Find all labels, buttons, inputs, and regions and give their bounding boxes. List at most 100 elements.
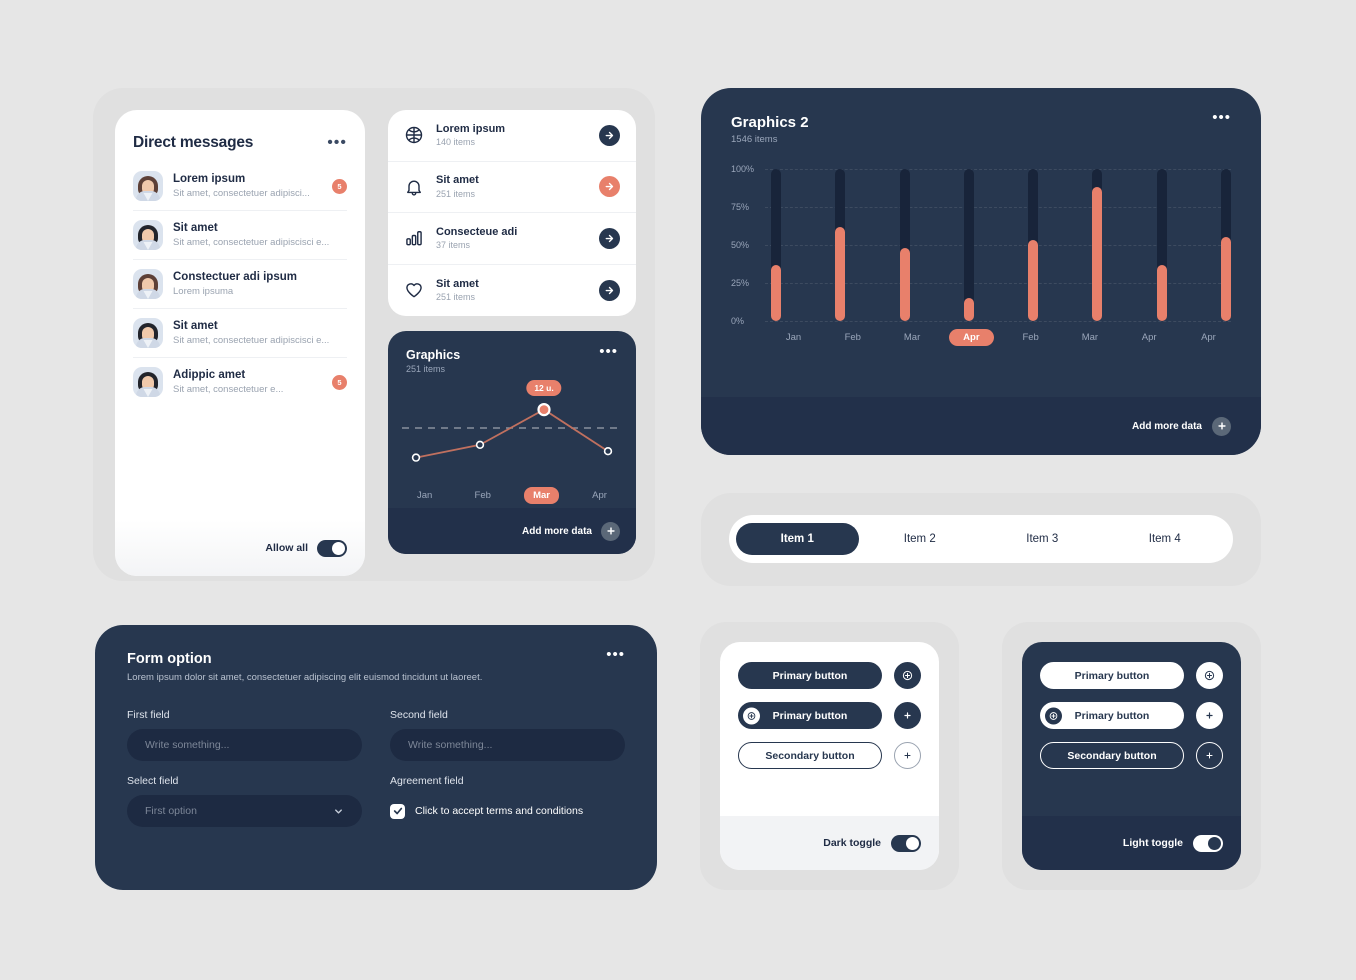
bar-chart-xtick[interactable]: Mar bbox=[890, 329, 935, 346]
more-options-icon[interactable]: ••• bbox=[599, 344, 618, 359]
add-more-data-button[interactable] bbox=[1212, 416, 1231, 436]
line-chart-svg bbox=[402, 403, 622, 462]
list-item-text: Sit amet Sit amet, consectetuer adipiscis… bbox=[173, 319, 347, 348]
bar-chart-icon bbox=[404, 228, 424, 248]
menu-item[interactable]: Consecteue adi 37 items bbox=[388, 213, 636, 265]
add-more-data-button[interactable] bbox=[601, 521, 620, 541]
line-chart-xtick[interactable]: Jan bbox=[408, 487, 441, 504]
terms-checkbox-label: Click to accept terms and conditions bbox=[415, 805, 584, 817]
bar-fill bbox=[1028, 240, 1039, 321]
button-rows-light: Primary button Primary button Secondary … bbox=[720, 642, 939, 769]
line-chart-xtick[interactable]: Mar bbox=[524, 487, 559, 504]
menu-item[interactable]: Sit amet 251 items bbox=[388, 265, 636, 317]
secondary-button[interactable]: Secondary button bbox=[738, 742, 882, 769]
first-field-label: First field bbox=[127, 709, 170, 721]
bar-column[interactable] bbox=[1220, 169, 1231, 321]
agreement-field-group: Agreement field Click to accept terms an… bbox=[390, 775, 625, 827]
plus-circle-button[interactable] bbox=[1196, 702, 1223, 729]
bar-chart-ytick: 0% bbox=[731, 316, 745, 326]
primary-button-with-icon[interactable]: Primary button bbox=[738, 702, 882, 729]
chart-gridline bbox=[765, 321, 1231, 322]
list-item[interactable]: Sit amet Sit amet, consectetuer adipiscis… bbox=[133, 211, 347, 260]
plus-outline-button[interactable] bbox=[894, 742, 921, 769]
menu-item[interactable]: Sit amet 251 items bbox=[388, 162, 636, 213]
add-circle-button[interactable] bbox=[894, 662, 921, 689]
bar-chart-xtick[interactable]: Feb bbox=[1008, 329, 1053, 346]
plus-icon bbox=[1206, 752, 1213, 759]
select-field-dropdown[interactable]: First option bbox=[127, 795, 362, 827]
plus-circle-icon bbox=[902, 670, 913, 681]
menu-item-name: Sit amet bbox=[436, 174, 479, 187]
bar-column[interactable] bbox=[771, 169, 781, 321]
plus-circle-button[interactable] bbox=[894, 702, 921, 729]
tab-item-2[interactable]: Item 2 bbox=[859, 523, 982, 555]
primary-button[interactable]: Primary button bbox=[738, 662, 882, 689]
menu-item-count: 140 items bbox=[436, 137, 476, 148]
plus-outline-button[interactable] bbox=[1196, 742, 1223, 769]
add-circle-button[interactable] bbox=[1196, 662, 1223, 689]
bar-column[interactable] bbox=[1092, 169, 1103, 321]
menu-item-text: Sit amet 251 items bbox=[436, 173, 587, 200]
button-row: Secondary button bbox=[1040, 742, 1223, 769]
first-field-input[interactable]: Write something... bbox=[127, 729, 362, 761]
tab-item-3[interactable]: Item 3 bbox=[981, 523, 1104, 555]
bar-chart-xtick[interactable]: Feb bbox=[830, 329, 875, 346]
button-panel-dark-shell: Primary button Primary button Secondary … bbox=[1002, 622, 1261, 890]
arrow-right-icon bbox=[605, 183, 614, 191]
list-item[interactable]: Constectuer adi ipsum Lorem ipsuma bbox=[133, 260, 347, 309]
graphics-header: Graphics 251 items ••• bbox=[388, 331, 636, 374]
list-item-text: Sit amet Sit amet, consectetuer adipiscis… bbox=[173, 221, 347, 250]
light-toggle[interactable] bbox=[1193, 834, 1223, 852]
list-item-preview: Sit amet, consectetuer e... bbox=[173, 384, 284, 396]
bar-fill bbox=[1156, 264, 1167, 321]
heart-icon bbox=[404, 280, 424, 300]
line-chart-point bbox=[537, 403, 551, 417]
bar-fill bbox=[1220, 237, 1231, 321]
plus-circle-icon bbox=[1045, 707, 1062, 724]
secondary-button[interactable]: Secondary button bbox=[1040, 742, 1184, 769]
bar-chart-xtick[interactable]: Apr bbox=[1186, 329, 1231, 346]
dark-toggle[interactable] bbox=[891, 834, 921, 852]
graphics2-title: Graphics 2 bbox=[731, 114, 809, 131]
tab-item-1[interactable]: Item 1 bbox=[736, 523, 859, 555]
dark-toggle-label: Dark toggle bbox=[823, 837, 881, 849]
plus-circle-icon bbox=[743, 707, 760, 724]
bar-column[interactable] bbox=[963, 169, 974, 321]
list-item[interactable]: Adippic amet Sit amet, consectetuer e... 5 bbox=[133, 358, 347, 406]
list-item[interactable]: Lorem ipsum Sit amet, consectetuer adipis… bbox=[133, 162, 347, 211]
bell-icon bbox=[404, 177, 424, 197]
more-options-icon[interactable]: ••• bbox=[327, 135, 347, 151]
bar-chart-xaxis: Jan Feb Mar Apr Feb Mar Apr Apr bbox=[771, 329, 1231, 346]
go-arrow-button[interactable] bbox=[599, 227, 620, 249]
bar-chart-xtick[interactable]: Jan bbox=[771, 329, 816, 346]
go-arrow-button[interactable] bbox=[599, 279, 620, 301]
bar-column[interactable] bbox=[835, 169, 846, 321]
menu-item-text: Lorem ipsum 140 items bbox=[436, 122, 587, 149]
primary-button[interactable]: Primary button bbox=[1040, 662, 1184, 689]
graphics2-header: Graphics 2 1546 items ••• bbox=[701, 88, 1261, 145]
go-arrow-button[interactable] bbox=[599, 124, 620, 146]
list-item[interactable]: Sit amet Sit amet, consectetuer adipiscis… bbox=[133, 309, 347, 358]
menu-item[interactable]: Lorem ipsum 140 items bbox=[388, 110, 636, 162]
tab-item-4[interactable]: Item 4 bbox=[1104, 523, 1227, 555]
more-options-icon[interactable]: ••• bbox=[1212, 110, 1231, 125]
line-chart-xtick[interactable]: Feb bbox=[466, 487, 500, 504]
terms-checkbox[interactable] bbox=[390, 803, 405, 819]
bar-column[interactable] bbox=[899, 169, 910, 321]
bar-chart-xtick[interactable]: Apr bbox=[1127, 329, 1172, 346]
bar-chart-xtick[interactable]: Mar bbox=[1067, 329, 1112, 346]
allow-all-toggle[interactable] bbox=[317, 539, 347, 557]
more-options-icon[interactable]: ••• bbox=[606, 647, 625, 662]
line-chart-point bbox=[411, 453, 421, 462]
menu-item-name: Consecteue adi bbox=[436, 225, 518, 238]
menu-item-text: Consecteue adi 37 items bbox=[436, 225, 587, 252]
second-field-input[interactable]: Write something... bbox=[390, 729, 625, 761]
go-arrow-button[interactable] bbox=[599, 176, 620, 198]
second-field-label: Second field bbox=[390, 709, 448, 721]
bar-column[interactable] bbox=[1156, 169, 1167, 321]
button-row: Primary button bbox=[738, 662, 921, 689]
bar-chart-xtick[interactable]: Apr bbox=[948, 329, 994, 346]
bar-column[interactable] bbox=[1028, 169, 1039, 321]
primary-button-with-icon[interactable]: Primary button bbox=[1040, 702, 1184, 729]
line-chart-xtick[interactable]: Apr bbox=[583, 487, 616, 504]
